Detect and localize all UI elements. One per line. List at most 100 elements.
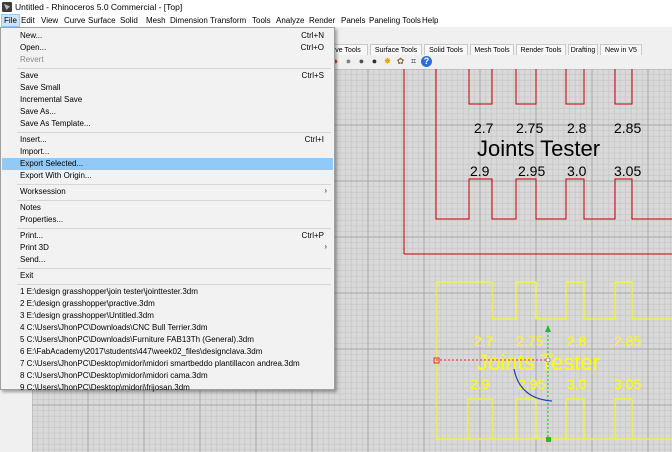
- menu-help[interactable]: Help: [422, 16, 438, 25]
- menu-panels[interactable]: Panels: [341, 16, 365, 25]
- file-menu-dropdown: New... Ctrl+N Open... Ctrl+O Revert Save Ctrl+…: [0, 27, 335, 392]
- gumball-y-handle: [546, 437, 551, 442]
- selected-joint-width-label: 2.85: [614, 333, 641, 349]
- menu-item-label: 4 C:\Users\JhonPC\Downloads\CNC Bull Ter…: [20, 323, 208, 332]
- file-menu-export-selected[interactable]: Export Selected...: [2, 158, 333, 170]
- help-icon[interactable]: ?: [421, 56, 432, 67]
- menu-item-label: 7 C:\Users\JhonPC\Desktop\midori\midori …: [20, 359, 300, 368]
- menu-item-label: Print...: [20, 231, 44, 240]
- selected-joint-width-label: 3.0: [567, 376, 587, 392]
- file-menu-print-3d[interactable]: Print 3D ›: [2, 242, 333, 254]
- lightbulb-icon[interactable]: ✸: [382, 56, 393, 67]
- file-menu-insert[interactable]: Insert... Ctrl+I: [2, 134, 333, 146]
- menu-analyze[interactable]: Analyze: [276, 16, 304, 25]
- recent-file-item[interactable]: 8 C:\Users\JhonPC\Desktop\midori\midori …: [2, 370, 333, 382]
- menu-render[interactable]: Render: [309, 16, 335, 25]
- toolbar-tabs: ve Tools Surface Tools Solid Tools Mesh Too…: [328, 44, 672, 55]
- selected-joint-width-label: 2.9: [470, 376, 490, 392]
- recent-file-item[interactable]: 4 C:\Users\JhonPC\Downloads\CNC Bull Ter…: [2, 322, 333, 334]
- file-menu-revert: Revert: [2, 54, 333, 66]
- menu-item-shortcut: Ctrl+O: [300, 43, 324, 52]
- joint-width-label: 2.85: [614, 120, 641, 136]
- toolbar-tab-surface-tools[interactable]: Surface Tools: [370, 44, 422, 55]
- joint-width-label: 3.0: [567, 163, 587, 179]
- menu-transform[interactable]: Transform: [210, 16, 246, 25]
- recent-file-item[interactable]: 6 E:\FabAcademy\2017\students\447\week02…: [2, 346, 333, 358]
- menu-item-label: Exit: [20, 271, 34, 280]
- menu-separator: [17, 184, 331, 185]
- recent-file-item[interactable]: 1 E:\design grasshopper\join tester\join…: [2, 286, 333, 298]
- file-menu-notes[interactable]: Notes: [2, 202, 333, 214]
- menu-item-label: New...: [20, 31, 43, 40]
- toolbar-tab-new-in-v5[interactable]: New in V5: [600, 44, 642, 55]
- menu-edit[interactable]: Edit: [21, 16, 35, 25]
- file-menu-new[interactable]: New... Ctrl+N: [2, 30, 333, 42]
- snap-grid-icon[interactable]: ⌗: [408, 56, 419, 67]
- submenu-arrow-icon: ›: [324, 242, 327, 251]
- file-menu-export-with-origin[interactable]: Export With Origin...: [2, 170, 333, 182]
- joint-width-label: 2.8: [567, 120, 587, 136]
- toolbar-icon-strip: ● ● ● ● ✸ ✿ ⌗?: [328, 55, 672, 69]
- file-menu-import[interactable]: Import...: [2, 146, 333, 158]
- menu-item-label: Export With Origin...: [20, 171, 92, 180]
- file-menu-exit[interactable]: Exit: [2, 270, 333, 282]
- menu-paneling-tools[interactable]: Paneling Tools: [369, 16, 421, 25]
- file-menu-open[interactable]: Open... Ctrl+O: [2, 42, 333, 54]
- menu-item-label: Worksession: [20, 187, 66, 196]
- selected-object-title-label: Joints Tester: [477, 350, 600, 375]
- file-menu-save[interactable]: Save Ctrl+S: [2, 70, 333, 82]
- recent-file-item[interactable]: 5 C:\Users\JhonPC\Downloads\Furniture FA…: [2, 334, 333, 346]
- toolbar-tab-drafting[interactable]: Drafting: [568, 44, 598, 55]
- render-sphere-icon[interactable]: ●: [369, 56, 380, 67]
- sphere-icon[interactable]: ●: [343, 56, 354, 67]
- menu-item-label: 9 C:\Users\JhonPC\Desktop\midori\frijosa…: [20, 383, 190, 392]
- toolbar-tab-render-tools[interactable]: Render Tools: [516, 44, 566, 55]
- menu-surface[interactable]: Surface: [88, 16, 116, 25]
- menu-item-label: Print 3D: [20, 243, 49, 252]
- menu-item-label: Insert...: [20, 135, 47, 144]
- file-menu-print[interactable]: Print... Ctrl+P: [2, 230, 333, 242]
- joint-width-label: 2.95: [518, 163, 545, 179]
- menu-bar: File Edit View Curve Surface Solid Mesh Dimensi…: [0, 14, 672, 27]
- file-menu-save-as-template[interactable]: Save As Template...: [2, 118, 333, 130]
- menu-curve[interactable]: Curve: [64, 16, 85, 25]
- menu-item-label: 3 E:\design grasshopper\Untitled.3dm: [20, 311, 154, 320]
- menu-item-label: Import...: [20, 147, 50, 156]
- menu-item-label: Save As Template...: [20, 119, 91, 128]
- menu-mesh[interactable]: Mesh: [146, 16, 166, 25]
- file-menu-send[interactable]: Send...: [2, 254, 333, 266]
- menu-item-label: Incremental Save: [20, 95, 83, 104]
- file-menu-worksession[interactable]: Worksession ›: [2, 186, 333, 198]
- rhino-app-icon[interactable]: [2, 2, 12, 12]
- file-menu-incremental-save[interactable]: Incremental Save: [2, 94, 333, 106]
- selected-joint-width-label: 2.7: [474, 333, 494, 349]
- menu-view[interactable]: View: [41, 16, 58, 25]
- file-menu-save-small[interactable]: Save Small: [2, 82, 333, 94]
- menu-item-label: Notes: [20, 203, 41, 212]
- menu-tools[interactable]: Tools: [252, 16, 271, 25]
- menu-item-label: 5 C:\Users\JhonPC\Downloads\Furniture FA…: [20, 335, 254, 344]
- menu-separator: [17, 268, 331, 269]
- joint-width-label: 2.75: [516, 120, 543, 136]
- menu-solid[interactable]: Solid: [120, 16, 138, 25]
- menu-file[interactable]: File: [1, 14, 20, 27]
- menu-item-label: Save As...: [20, 107, 57, 116]
- recent-file-item[interactable]: 7 C:\Users\JhonPC\Desktop\midori\midori …: [2, 358, 333, 370]
- window-title: Untitled - Rhinoceros 5.0 Commercial - […: [15, 2, 183, 12]
- joint-width-label: 3.05: [614, 163, 641, 179]
- file-menu-save-as[interactable]: Save As...: [2, 106, 333, 118]
- title-bar: Untitled - Rhinoceros 5.0 Commercial - […: [0, 0, 672, 14]
- menu-dimension[interactable]: Dimension: [170, 16, 208, 25]
- selected-joint-width-label: 2.75: [516, 333, 543, 349]
- settings-gear-icon[interactable]: ✿: [395, 56, 406, 67]
- file-menu-properties[interactable]: Properties...: [2, 214, 333, 226]
- material-sphere-icon[interactable]: ●: [356, 56, 367, 67]
- selected-joint-width-label: 2.95: [518, 376, 545, 392]
- submenu-arrow-icon: ›: [324, 186, 327, 195]
- menu-separator: [17, 68, 331, 69]
- toolbar-tab-mesh-tools[interactable]: Mesh Tools: [470, 44, 514, 55]
- toolbar-tab-solid-tools[interactable]: Solid Tools: [424, 44, 468, 55]
- recent-file-item[interactable]: 2 E:\design grasshopper\practive.3dm: [2, 298, 333, 310]
- recent-file-item[interactable]: 3 E:\design grasshopper\Untitled.3dm: [2, 310, 333, 322]
- recent-file-item[interactable]: 9 C:\Users\JhonPC\Desktop\midori\frijosa…: [2, 382, 333, 394]
